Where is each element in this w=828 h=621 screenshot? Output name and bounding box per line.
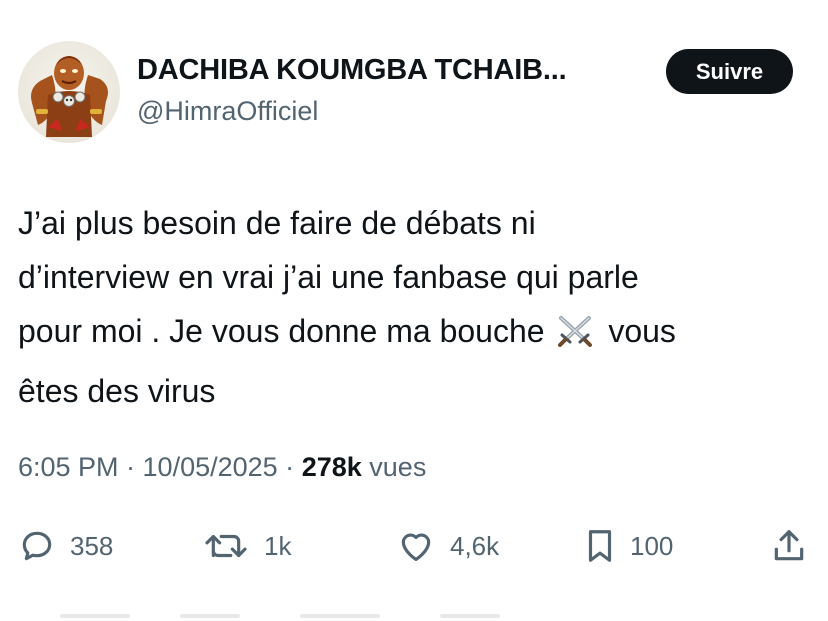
repost-button[interactable]: 1k [202,520,291,572]
tweet-text-segment: pour moi . Je vous donne ma bouche [18,313,545,349]
reply-button[interactable]: 358 [18,520,113,572]
share-button[interactable] [770,520,808,572]
share-icon [770,527,808,565]
like-count: 4,6k [450,530,500,561]
reply-count: 358 [70,530,114,561]
tweet-text-line: J’ai plus besoin de faire de débats ni [18,205,536,241]
crossed-swords-icon [555,310,595,364]
next-section-edge [0,606,828,621]
action-bar: 358 1k 4,6k 100 [0,520,828,572]
views-count: 278k [301,452,362,482]
tweet-text-line: êtes des virus [18,373,216,409]
tweet-timestamp[interactable]: 6:05 PM · 10/05/2025 · [18,452,294,482]
avatar-illustration [31,56,108,137]
heart-icon [396,527,436,565]
tweet-text-line: pour moi . Je vous donne ma bouche vous [18,304,808,364]
bookmark-button[interactable]: 100 [584,520,673,572]
follow-button[interactable]: Suivre [666,49,793,94]
bookmark-icon [584,527,616,565]
repost-icon [202,527,250,565]
tweet-text-line: d’interview en vrai j’ai une fanbase qui… [18,259,639,295]
tweet-text-segment: vous [608,313,676,349]
like-button[interactable]: 4,6k [396,520,499,572]
tweet-text: J’ai plus besoin de faire de débats ni d… [18,196,808,418]
repost-count: 1k [264,530,292,561]
views-label: vues [369,452,427,482]
author-display-name[interactable]: DACHIBA KOUMGBA TCHAIB... [137,54,567,87]
bookmark-count: 100 [630,530,674,561]
tweet-meta: 6:05 PM · 10/05/2025 · 278k vues [18,452,426,483]
author-handle[interactable]: @HimraOfficiel [137,96,318,127]
avatar[interactable] [18,41,120,143]
reply-icon [18,527,56,565]
